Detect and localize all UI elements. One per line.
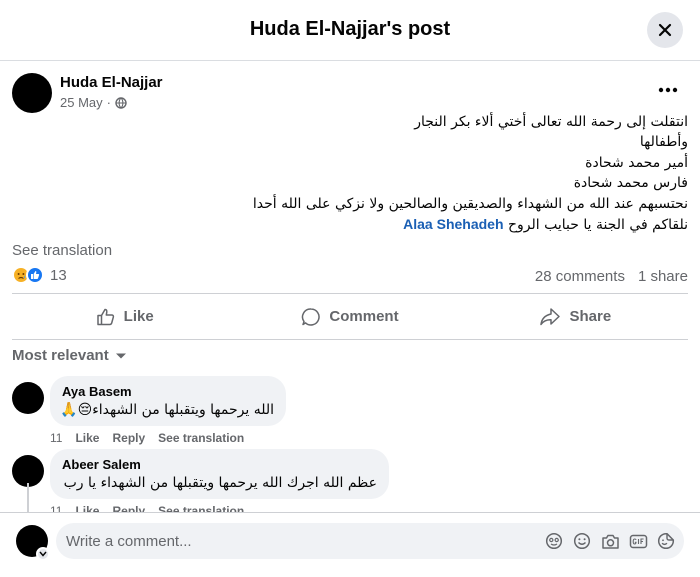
shares-count[interactable]: 1 share	[638, 268, 688, 285]
comment-text: الله يرحمها ويتقبلها من الشهداء😔🙏	[60, 402, 274, 418]
comment-input[interactable]: Write a comment...	[56, 523, 684, 559]
share-label: Share	[569, 308, 612, 325]
comment-actions: 11 Like Reply See translation	[50, 431, 244, 445]
camera-icon[interactable]	[600, 531, 620, 551]
comment-sort-dropdown[interactable]: Most relevant	[12, 347, 127, 364]
composer-icons	[544, 531, 676, 551]
globe-icon	[115, 96, 127, 109]
dialog-header: Huda El-Najjar's post	[0, 0, 700, 61]
comment-text: عظم الله اجرك الله يرحمها ويتقبلها من ال…	[63, 475, 377, 491]
commenter-name[interactable]: Abeer Salem	[62, 457, 377, 472]
author-name[interactable]: Huda El-Najjar	[60, 74, 163, 91]
comments-count[interactable]: 28 comments	[535, 268, 625, 285]
comment-see-translation[interactable]: See translation	[158, 431, 244, 445]
more-options-button[interactable]	[654, 76, 682, 104]
comment-time[interactable]: 11	[50, 431, 62, 445]
commenter-avatar[interactable]	[12, 382, 44, 414]
comment-like-button[interactable]: Like	[75, 431, 99, 445]
post-meta: 25 May ·	[60, 95, 127, 110]
post-line: انتقلت إلى رحمة الله تعالى أختي ألاء بكر…	[414, 114, 688, 130]
comment-reply-button[interactable]: Reply	[112, 431, 145, 445]
thread-line	[27, 483, 29, 513]
thumbs-up-icon	[96, 308, 114, 325]
post-date[interactable]: 25 May	[60, 95, 103, 110]
post-stats: 28 comments 1 share	[535, 268, 688, 285]
comment-icon	[302, 307, 321, 326]
share-button[interactable]: Share	[463, 294, 688, 339]
comment-input-placeholder: Write a comment...	[66, 533, 192, 550]
gif-icon[interactable]	[628, 531, 648, 551]
comment-bubble: Aya Basem الله يرحمها ويتقبلها من الشهدا…	[50, 376, 286, 426]
reaction-count: 13	[50, 266, 67, 284]
like-label: Like	[123, 308, 154, 325]
see-translation-link[interactable]: See translation	[12, 242, 112, 259]
mention-link[interactable]: Alaa Shehadeh	[403, 216, 503, 232]
post-line-last: نلقاكم في الجنة يا حبايب الروح Alaa Sheh…	[128, 214, 688, 235]
dialog-title: Huda El-Najjar's post	[249, 18, 451, 40]
post-line: أمير محمد شحادة	[585, 154, 688, 171]
reactions-summary[interactable]: 13	[12, 266, 67, 284]
like-button[interactable]: Like	[12, 294, 237, 339]
comment-label: Comment	[329, 308, 399, 325]
comment-button[interactable]: Comment	[237, 294, 462, 339]
commenter-name[interactable]: Aya Basem	[62, 384, 274, 399]
share-icon	[540, 307, 561, 325]
post-line-text: نلقاكم في الجنة يا حبايب الروح	[507, 217, 688, 234]
comment-bubble: Abeer Salem عظم الله اجرك الله يرحمها وي…	[50, 449, 389, 499]
post-actions-bar: Like Comment Share	[12, 293, 688, 340]
post-line: وأطفالها	[639, 134, 688, 151]
author-avatar[interactable]	[12, 73, 52, 113]
post-body: انتقلت إلى رحمة الله تعالى أختي ألاء بكر…	[128, 112, 688, 235]
more-icon	[658, 87, 678, 93]
close-button[interactable]	[647, 12, 683, 48]
sticker-icon[interactable]	[656, 531, 676, 551]
sort-label: Most relevant	[12, 347, 109, 364]
post-line: فارس محمد شحادة	[573, 175, 688, 192]
meta-separator: ·	[106, 95, 111, 110]
post-line: نحتسبهم عند الله من الشهداء والصديقين وا…	[252, 195, 688, 212]
avatar-sticker-icon[interactable]	[544, 531, 564, 551]
like-reaction-icon	[26, 266, 44, 284]
comment-composer: Write a comment...	[0, 512, 700, 577]
chevron-down-icon[interactable]	[36, 547, 50, 561]
emoji-icon[interactable]	[572, 531, 592, 551]
close-icon	[658, 23, 672, 37]
caret-down-icon	[115, 353, 126, 358]
